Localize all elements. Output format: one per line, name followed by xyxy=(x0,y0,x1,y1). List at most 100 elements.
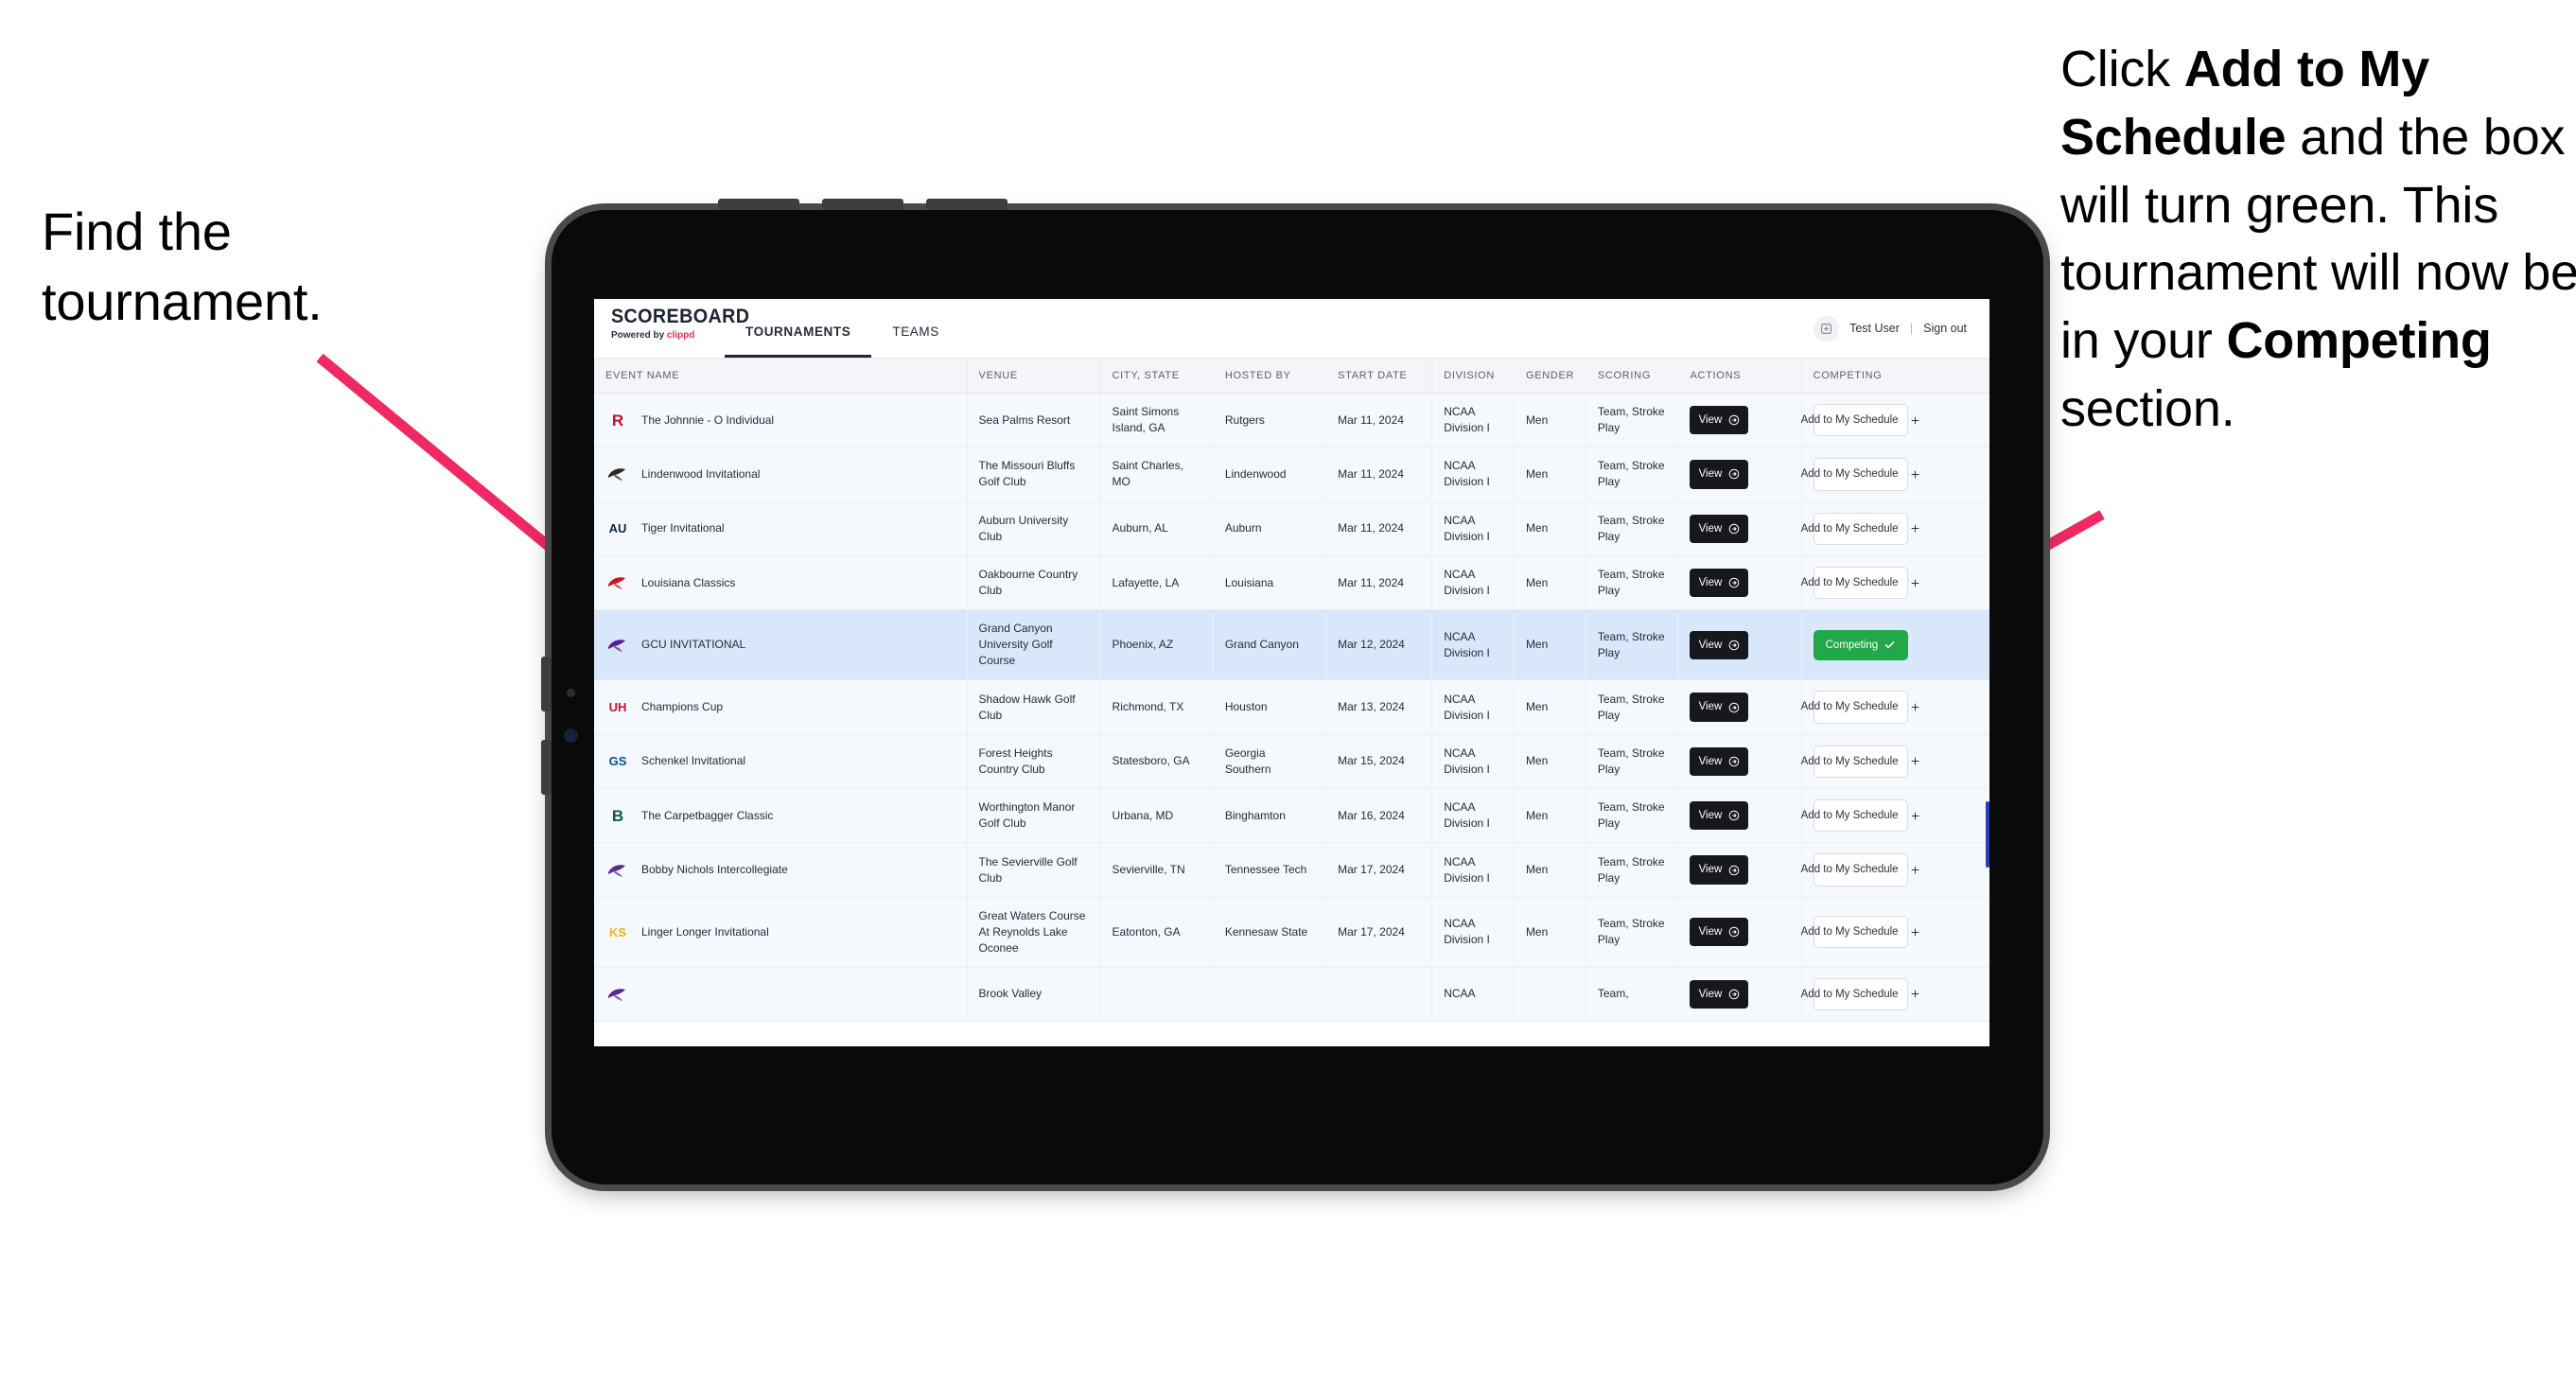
brand-powered-prefix: Powered by xyxy=(611,330,667,341)
view-button[interactable]: View xyxy=(1690,406,1749,435)
cell-event-name: GCU INVITATIONAL xyxy=(594,609,968,681)
add-to-my-schedule-button[interactable]: Add to My Schedule xyxy=(1801,916,1919,949)
table-row[interactable]: Lindenwood Invitational The Missouri Bluf… xyxy=(594,447,1989,502)
view-button[interactable]: View xyxy=(1690,630,1749,660)
tablet-volume-down-button[interactable] xyxy=(541,740,552,795)
account-username: Test User xyxy=(1849,322,1900,335)
column-header-city-state[interactable]: CITY, STATE xyxy=(1100,359,1214,394)
cell-scoring: Team, Stroke Play xyxy=(1586,609,1679,681)
column-header-start-date[interactable]: START DATE xyxy=(1325,359,1433,394)
houston-cougars-logo: UH xyxy=(608,700,627,715)
column-header-venue[interactable]: VENUE xyxy=(967,359,1101,394)
tablet-button-top-3[interactable] xyxy=(926,199,1008,210)
view-button[interactable]: View xyxy=(1690,746,1749,777)
add-to-my-schedule-button[interactable]: Add to My Schedule xyxy=(1801,745,1919,779)
cell-competing: Add to My Schedule xyxy=(1801,788,1989,844)
event-name-label: Louisiana Classics xyxy=(641,575,736,589)
table-row[interactable]: GCU INVITATIONAL Grand Canyon University … xyxy=(594,609,1989,681)
table-row[interactable]: R The Johnnie - O Individual Sea Palms Res… xyxy=(594,393,1989,448)
tab-tournaments[interactable]: TOURNAMENTS xyxy=(725,305,872,358)
view-button[interactable]: View xyxy=(1690,979,1749,1009)
table-row[interactable]: AU Tiger Invitational Auburn University Cl… xyxy=(594,501,1989,556)
add-to-my-schedule-label: Add to My Schedule xyxy=(1800,701,1899,713)
table-row[interactable]: KS Linger Longer Invitational Great Waters… xyxy=(594,897,1989,968)
cell-gender: Men xyxy=(1514,447,1586,502)
add-to-my-schedule-label: Add to My Schedule xyxy=(1800,988,1899,1000)
table-row[interactable]: UH Champions Cup Shadow Hawk Golf Club Rich… xyxy=(594,679,1989,735)
add-to-my-schedule-button[interactable]: Add to My Schedule xyxy=(1801,799,1919,833)
tablet-button-top-1[interactable] xyxy=(718,199,799,210)
cell-event-name: KS Linger Longer Invitational xyxy=(594,897,968,968)
add-to-my-schedule-button[interactable]: Add to My Schedule xyxy=(1801,977,1919,1011)
cell-venue: Grand Canyon University Golf Course xyxy=(967,609,1101,681)
add-to-my-schedule-button[interactable]: Add to My Schedule xyxy=(1801,853,1919,886)
tab-teams-label: TEAMS xyxy=(892,324,939,339)
column-header-hosted-by[interactable]: HOSTED BY xyxy=(1213,359,1327,394)
cell-actions: View xyxy=(1677,897,1802,968)
view-button[interactable]: View xyxy=(1690,801,1749,831)
add-to-my-schedule-button[interactable]: Add to My Schedule xyxy=(1801,512,1919,545)
cell-gender: Men xyxy=(1514,501,1586,556)
cell-event-name: UH Champions Cup xyxy=(594,679,968,735)
column-header-scoring[interactable]: SCORING xyxy=(1586,359,1679,394)
view-button-label: View xyxy=(1698,522,1723,535)
view-button[interactable]: View xyxy=(1690,693,1749,722)
view-button[interactable]: View xyxy=(1690,460,1749,489)
brand-subtitle: Powered by clippd xyxy=(611,330,725,341)
app-screen: SCOREBOARD Powered by clippd TOURNAMENTS… xyxy=(594,299,1989,1046)
brand-logo[interactable]: SCOREBOARD Powered by clippd xyxy=(594,299,749,358)
cell-hosted-by: Lindenwood xyxy=(1213,447,1327,502)
cell-hosted-by: Grand Canyon xyxy=(1213,609,1327,681)
tab-teams[interactable]: TEAMS xyxy=(871,305,960,358)
cell-venue: The Missouri Bluffs Golf Club xyxy=(967,447,1101,502)
view-button[interactable]: View xyxy=(1690,568,1749,598)
table-scrollbar[interactable] xyxy=(1986,801,1989,868)
table-row[interactable]: Louisiana Classics Oakbourne Country Club… xyxy=(594,555,1989,611)
cell-venue: Oakbourne Country Club xyxy=(967,555,1101,611)
event-name-label: The Johnnie - O Individual xyxy=(641,412,775,427)
cell-hosted-by: Louisiana xyxy=(1213,555,1327,611)
table-row[interactable]: GS Schenkel Invitational Forest Heights Co… xyxy=(594,734,1989,790)
table-header-row: EVENT NAME VENUE CITY, STATE HOSTED BY START… xyxy=(594,359,1989,394)
cell-venue: Worthington Manor Golf Club xyxy=(967,788,1101,844)
cell-scoring: Team, Stroke Play xyxy=(1586,842,1679,898)
event-name-label: Linger Longer Invitational xyxy=(641,924,769,939)
add-to-my-schedule-button[interactable]: Add to My Schedule xyxy=(1801,404,1919,437)
column-header-actions[interactable]: ACTIONS xyxy=(1677,359,1802,394)
cell-actions: View xyxy=(1677,788,1802,844)
plus-icon xyxy=(1910,469,1920,480)
table-row[interactable]: B The Carpetbagger Classic Worthington Man… xyxy=(594,788,1989,844)
cell-start-date: Mar 11, 2024 xyxy=(1325,447,1433,502)
cell-venue: Shadow Hawk Golf Club xyxy=(967,679,1101,735)
competing-button[interactable]: Competing xyxy=(1813,629,1908,661)
cell-actions: View xyxy=(1677,842,1802,898)
add-to-my-schedule-button[interactable]: Add to My Schedule xyxy=(1801,566,1919,600)
sign-out-link[interactable]: Sign out xyxy=(1923,322,1967,335)
cell-city-state: Richmond, TX xyxy=(1100,679,1214,735)
column-header-division[interactable]: DIVISION xyxy=(1431,359,1515,394)
tablet-button-top-2[interactable] xyxy=(822,199,903,210)
table-row[interactable]: Brook Valley NCAA Team, View Add to My Sched… xyxy=(594,967,1989,1023)
view-button[interactable]: View xyxy=(1690,855,1749,885)
add-to-my-schedule-label: Add to My Schedule xyxy=(1800,468,1899,481)
add-to-my-schedule-label: Add to My Schedule xyxy=(1800,926,1899,939)
user-avatar-icon[interactable] xyxy=(1814,315,1840,342)
column-header-gender[interactable]: GENDER xyxy=(1514,359,1586,394)
tournaments-table-container[interactable]: EVENT NAME VENUE CITY, STATE HOSTED BY START… xyxy=(594,359,1989,1046)
cell-division: NCAA Division I xyxy=(1431,393,1515,448)
cell-competing: Add to My Schedule xyxy=(1801,734,1989,790)
annotation-add-to-schedule: Click Add to My Schedule and the box wil… xyxy=(2060,36,2576,444)
table-row[interactable]: Bobby Nichols Intercollegiate The Sevierv… xyxy=(594,842,1989,898)
tablet-volume-up-button[interactable] xyxy=(541,657,552,711)
add-to-my-schedule-button[interactable]: Add to My Schedule xyxy=(1801,458,1919,491)
view-button[interactable]: View xyxy=(1690,514,1749,543)
tablet-sensor-icon xyxy=(564,728,578,743)
cell-scoring: Team, Stroke Play xyxy=(1586,393,1679,448)
column-header-event-name[interactable]: EVENT NAME xyxy=(594,359,968,394)
event-cell: B The Carpetbagger Classic xyxy=(605,803,955,828)
add-to-my-schedule-button[interactable]: Add to My Schedule xyxy=(1801,691,1919,724)
app-header: SCOREBOARD Powered by clippd TOURNAMENTS… xyxy=(594,299,1989,359)
cell-division: NCAA Division I xyxy=(1431,788,1515,844)
view-button[interactable]: View xyxy=(1690,918,1749,947)
column-header-competing[interactable]: COMPETING xyxy=(1801,359,1989,394)
